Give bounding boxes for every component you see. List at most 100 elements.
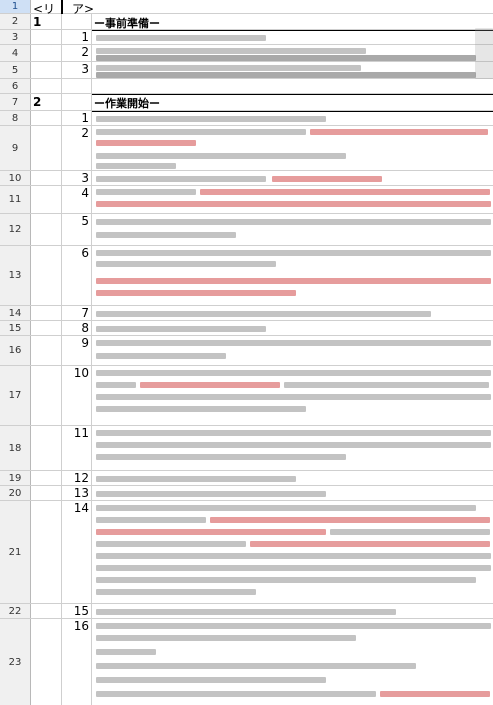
row-header[interactable]: 21	[0, 501, 31, 603]
content-cell[interactable]	[92, 246, 493, 305]
content-cell[interactable]	[92, 171, 493, 185]
content-cell[interactable]: ー事前準備ー	[92, 14, 493, 29]
row-header[interactable]: 17	[0, 366, 31, 425]
content-cell[interactable]	[92, 214, 493, 245]
sheet-row-6[interactable]: 6	[0, 79, 493, 94]
content-cell[interactable]	[92, 426, 493, 470]
content-cell[interactable]	[92, 486, 493, 500]
row-header[interactable]: 19	[0, 471, 31, 485]
sheet-row-16[interactable]: 16 9	[0, 336, 493, 366]
content-cell[interactable]	[92, 30, 493, 44]
section-cell[interactable]	[31, 214, 62, 245]
row-header[interactable]: 13	[0, 246, 31, 305]
content-cell[interactable]	[92, 126, 493, 170]
section-cell[interactable]	[31, 62, 62, 78]
step-cell[interactable]: 12	[62, 471, 92, 485]
step-cell[interactable]: 2	[62, 126, 92, 170]
step-cell[interactable]: 4	[62, 186, 92, 213]
row-header[interactable]: 2	[0, 14, 31, 29]
section-cell[interactable]	[31, 171, 62, 185]
scrollbar-region[interactable]	[475, 28, 493, 79]
content-cell[interactable]	[92, 62, 493, 78]
section-cell[interactable]	[31, 126, 62, 170]
step-cell[interactable]	[62, 94, 92, 110]
content-cell[interactable]	[92, 501, 493, 603]
step-cell[interactable]: 13	[62, 486, 92, 500]
section-cell[interactable]	[31, 79, 62, 93]
section-cell[interactable]	[31, 366, 62, 425]
content-cell[interactable]	[92, 619, 493, 705]
row-header[interactable]: 1	[0, 0, 31, 13]
step-cell[interactable]: 2	[62, 45, 92, 61]
step-cell[interactable]: 3	[62, 62, 92, 78]
step-cell[interactable]: 14	[62, 501, 92, 603]
sheet-row-21[interactable]: 21 14	[0, 501, 493, 604]
step-cell[interactable]: 11	[62, 426, 92, 470]
step-cell[interactable]: 15	[62, 604, 92, 618]
content-cell[interactable]	[92, 111, 493, 125]
row-header[interactable]: 16	[0, 336, 31, 365]
step-cell[interactable]: 6	[62, 246, 92, 305]
content-cell[interactable]	[92, 336, 493, 365]
sheet-row-2[interactable]: 2 1 ー事前準備ー	[0, 14, 493, 30]
row-header[interactable]: 8	[0, 111, 31, 125]
sheet-row-20[interactable]: 20 13	[0, 486, 493, 501]
sheet-row-9[interactable]: 9 2	[0, 126, 493, 171]
content-cell[interactable]	[92, 321, 493, 335]
step-cell[interactable]: 1	[62, 30, 92, 44]
sheet-row-15[interactable]: 15 8	[0, 321, 493, 336]
row-header[interactable]: 5	[0, 62, 31, 78]
section-cell[interactable]	[31, 45, 62, 61]
sheet-row-19[interactable]: 19 12	[0, 471, 493, 486]
row-header[interactable]: 15	[0, 321, 31, 335]
row-header[interactable]: 6	[0, 79, 31, 93]
content-cell[interactable]	[92, 45, 493, 61]
row-header[interactable]: 23	[0, 619, 31, 705]
sheet-row-1[interactable]: 1 <リ ア>	[0, 0, 493, 16]
row-header[interactable]: 12	[0, 214, 31, 245]
section-cell[interactable]	[31, 306, 62, 320]
step-cell[interactable]: 10	[62, 366, 92, 425]
section-cell[interactable]	[31, 501, 62, 603]
section-cell[interactable]	[31, 336, 62, 365]
row-header[interactable]: 20	[0, 486, 31, 500]
sheet-row-7[interactable]: 7 2 ー作業開始ー	[0, 94, 493, 111]
content-cell[interactable]	[92, 366, 493, 425]
section-cell[interactable]	[31, 321, 62, 335]
section-cell[interactable]	[31, 486, 62, 500]
step-cell[interactable]: 3	[62, 171, 92, 185]
section-cell[interactable]	[31, 111, 62, 125]
row-header[interactable]: 7	[0, 94, 31, 110]
row-header[interactable]: 3	[0, 30, 31, 44]
content-cell[interactable]	[92, 604, 493, 618]
section-cell[interactable]: 1	[31, 14, 62, 29]
section-cell[interactable]	[31, 30, 62, 44]
step-cell[interactable]	[62, 14, 92, 29]
sheet-row-17[interactable]: 17 10	[0, 366, 493, 426]
step-cell[interactable]: 8	[62, 321, 92, 335]
sheet-row-10[interactable]: 10 3	[0, 171, 493, 186]
content-cell[interactable]	[92, 306, 493, 320]
section-cell[interactable]	[31, 186, 62, 213]
sheet-row-4[interactable]: 4 2	[0, 45, 493, 62]
row-header[interactable]: 18	[0, 426, 31, 470]
sheet-row-11[interactable]: 11 4	[0, 186, 493, 214]
sheet-row-8[interactable]: 8 1	[0, 111, 493, 126]
step-cell[interactable]: 1	[62, 111, 92, 125]
sheet-row-12[interactable]: 12 5	[0, 214, 493, 246]
row-header[interactable]: 14	[0, 306, 31, 320]
sheet-row-3[interactable]: 3 1	[0, 30, 493, 45]
step-cell[interactable]	[62, 79, 92, 93]
content-cell[interactable]	[92, 471, 493, 485]
row-header[interactable]: 22	[0, 604, 31, 618]
step-cell[interactable]: 5	[62, 214, 92, 245]
row-header[interactable]: 10	[0, 171, 31, 185]
sheet-row-14[interactable]: 14 7	[0, 306, 493, 321]
sheet-row-22[interactable]: 22 15	[0, 604, 493, 619]
row-header[interactable]: 9	[0, 126, 31, 170]
section-cell[interactable]	[31, 426, 62, 470]
section-cell[interactable]: 2	[31, 94, 62, 110]
step-cell[interactable]: 7	[62, 306, 92, 320]
step-cell[interactable]: 9	[62, 336, 92, 365]
content-cell[interactable]: ー作業開始ー	[92, 94, 493, 110]
